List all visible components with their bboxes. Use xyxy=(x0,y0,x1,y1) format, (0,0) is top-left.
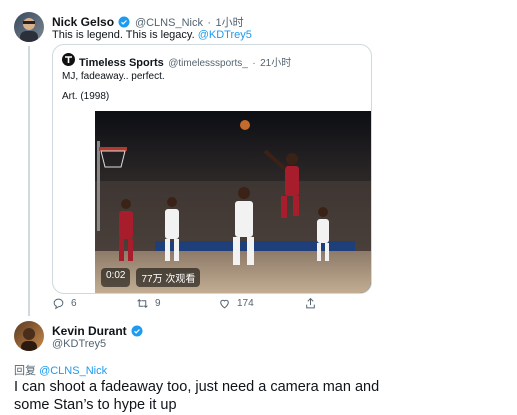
quote-text-line1: MJ, fadeaway.. perfect. xyxy=(62,71,165,82)
like-button[interactable]: 174 xyxy=(218,297,254,310)
reply-to-link[interactable]: @CLNS_Nick xyxy=(39,365,107,377)
tweet-time[interactable]: 1小时 xyxy=(216,17,244,29)
quote-header: Timeless Sports @timelesssports_ · 21小时 xyxy=(79,53,291,71)
retweet-button[interactable]: 9 xyxy=(136,297,161,310)
reply-count: 6 xyxy=(71,298,77,309)
like-count: 174 xyxy=(237,298,254,309)
mention-link[interactable]: @KDTrey5 xyxy=(198,29,252,41)
author-name[interactable]: Nick Gelso xyxy=(52,15,114,29)
author-name[interactable]: Kevin Durant xyxy=(52,324,127,338)
quote-text-line2: Art. (1998) xyxy=(62,91,110,102)
share-icon xyxy=(306,297,315,309)
tweet2-text: I can shoot a fadeaway too, just need a … xyxy=(14,378,379,414)
retweet-count: 9 xyxy=(155,298,161,309)
retweet-icon xyxy=(137,299,148,308)
quote-author-name[interactable]: Timeless Sports xyxy=(79,57,164,69)
separator-dot: · xyxy=(207,17,212,29)
video-frame xyxy=(95,111,371,293)
video-overlay: 0:02 77万 次观看 xyxy=(101,268,201,287)
tweet-text-line2: some Stan’s to hype it up xyxy=(14,397,177,413)
video-player[interactable]: 0:02 77万 次观看 xyxy=(95,111,371,293)
tweet1-text: This is legend. This is legacy. @KDTrey5 xyxy=(52,29,252,41)
reply-icon xyxy=(53,298,64,310)
timeless-sports-logo-icon xyxy=(65,56,72,63)
video-view-count: 77万 次观看 xyxy=(136,268,201,287)
avatar-nick-gelso[interactable] xyxy=(14,12,44,42)
reply-button[interactable]: 6 xyxy=(52,297,77,310)
avatar-image xyxy=(21,328,37,351)
avatar-timeless-sports xyxy=(62,53,75,66)
verified-badge-icon xyxy=(118,16,130,28)
quote-author-handle[interactable]: @timelesssports_ xyxy=(168,58,248,69)
reply-label: 回复 xyxy=(14,365,36,377)
author-handle[interactable]: @CLNS_Nick xyxy=(135,17,203,29)
author-handle[interactable]: @KDTrey5 xyxy=(52,338,106,350)
avatar-kevin-durant[interactable] xyxy=(14,321,44,351)
quoted-tweet-card[interactable]: Timeless Sports @timelesssports_ · 21小时 … xyxy=(52,44,372,294)
thread-line xyxy=(28,46,30,316)
tweet-text: This is legend. This is legacy. xyxy=(52,29,195,41)
share-button[interactable] xyxy=(304,297,317,310)
reply-context: 回复 @CLNS_Nick xyxy=(14,362,107,378)
video-timestamp: 0:02 xyxy=(101,268,131,287)
quote-time[interactable]: 21小时 xyxy=(260,58,291,69)
avatar-image xyxy=(20,18,38,42)
like-icon xyxy=(220,299,229,309)
separator-dot: · xyxy=(252,58,256,69)
tweet-text-line1: I can shoot a fadeaway too, just need a … xyxy=(14,379,380,395)
verified-badge-icon xyxy=(131,325,143,337)
